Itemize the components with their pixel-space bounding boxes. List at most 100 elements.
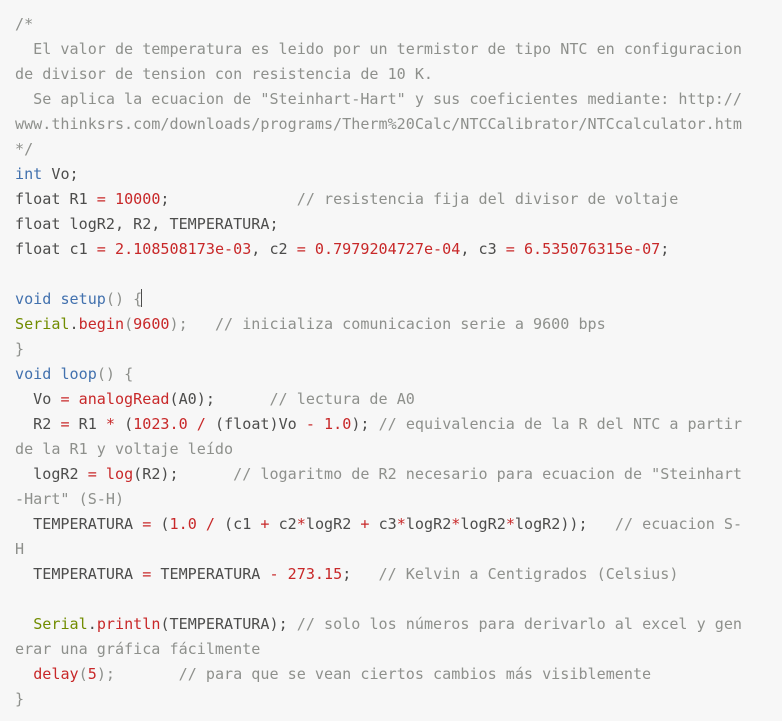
code-token: TEMPERATURA	[15, 565, 143, 583]
code-token: , c2	[251, 240, 297, 258]
code-token: Vo;	[42, 165, 79, 183]
code-token: =	[60, 415, 70, 433]
code-token: 1.0	[324, 415, 352, 433]
code-line: TEMPERATURA = TEMPERATURA - 273.15; // K…	[15, 562, 782, 587]
code-line: Serial.println(TEMPERATURA); // solo los…	[15, 612, 782, 637]
code-editor[interactable]: /* El valor de temperatura es leido por …	[0, 0, 782, 721]
code-token: float R1	[15, 190, 97, 208]
code-token: *	[105, 415, 115, 433]
code-token: 273.15	[287, 565, 343, 583]
code-token: -Hart" (S-H)	[15, 490, 125, 508]
code-line: Serial.begin(9600); // inicializa comuni…	[15, 312, 782, 337]
code-token: float c1	[15, 240, 97, 258]
code-token: =	[296, 240, 306, 258]
code-token: () {	[105, 290, 143, 308]
code-token: (TEMPERATURA);	[160, 615, 297, 633]
code-token: log	[105, 465, 134, 483]
code-line: R2 = R1 * (1023.0 / (float)Vo - 1.0); //…	[15, 412, 782, 437]
code-line: de la R1 y voltaje leído	[15, 437, 782, 462]
code-token: void	[15, 365, 52, 383]
code-token: ;	[342, 565, 379, 583]
code-token: (A0);	[169, 390, 270, 408]
code-token: loop	[60, 365, 97, 383]
code-token: H	[15, 540, 25, 558]
code-line: delay(5); // para que se vean ciertos ca…	[15, 662, 782, 687]
code-token: El valor de temperatura es leido por un …	[15, 40, 742, 58]
code-line: de divisor de tension con resistencia de…	[15, 62, 782, 87]
code-token: (float)Vo	[205, 415, 306, 433]
code-line: logR2 = log(R2); // logaritmo de R2 nece…	[15, 462, 782, 487]
text-cursor	[141, 289, 143, 307]
code-token: );	[96, 665, 179, 683]
code-token: ;	[660, 240, 670, 258]
code-line: Se aplica la ecuacion de "Steinhart-Hart…	[15, 87, 782, 112]
code-token: Serial	[33, 615, 88, 633]
code-line: float R1 = 10000; // resistencia fija de…	[15, 187, 782, 212]
code-token: delay	[33, 665, 79, 683]
code-token: =	[96, 240, 106, 258]
code-token: 9600	[133, 315, 170, 333]
code-token: () {	[96, 365, 134, 383]
code-token: www.thinksrs.com/downloads/programs/Ther…	[15, 115, 742, 133]
code-token: R2	[15, 415, 61, 433]
code-token: 0.7979204727e-04	[314, 240, 461, 258]
code-token: *	[451, 515, 461, 533]
code-token: }	[15, 340, 25, 358]
code-token: logR2	[405, 515, 452, 533]
code-token: erar una gráfica fácilmente	[15, 640, 261, 658]
code-token: (	[151, 515, 170, 533]
code-token: de la R1 y voltaje leído	[15, 440, 234, 458]
code-token: de divisor de tension con resistencia de…	[15, 65, 434, 83]
code-token: Vo	[15, 390, 61, 408]
code-token: TEMPERATURA	[151, 565, 270, 583]
code-token: Serial	[15, 315, 70, 333]
code-line: int Vo;	[15, 162, 782, 187]
code-token: ;	[160, 190, 297, 208]
code-token: int	[15, 165, 43, 183]
code-token: // lectura de A0	[269, 390, 415, 408]
code-token: *	[505, 515, 515, 533]
code-line: erar una gráfica fácilmente	[15, 637, 782, 662]
code-token: *	[296, 515, 306, 533]
code-token: =	[142, 515, 152, 533]
code-token: }	[15, 690, 25, 708]
code-token: /	[205, 515, 215, 533]
code-token: logR2));	[514, 515, 615, 533]
code-token: begin	[78, 315, 125, 333]
code-line: }	[15, 687, 782, 712]
code-line: Vo = analogRead(A0); // lectura de A0	[15, 387, 782, 412]
code-token: // solo los números para derivarlo al ex…	[296, 615, 743, 633]
code-token: /*	[15, 15, 34, 33]
code-token: // para que se vean ciertos cambios más …	[178, 665, 652, 683]
code-line: H	[15, 537, 782, 562]
code-token: 6.535076315e-07	[523, 240, 661, 258]
code-token: 2.108508173e-03	[114, 240, 252, 258]
code-token: -	[305, 415, 315, 433]
code-token: 10000	[114, 190, 161, 208]
code-token: 1.0	[169, 515, 197, 533]
code-token: 5	[87, 665, 97, 683]
code-token: // inicializa comunicacion serie a 9600 …	[214, 315, 606, 333]
code-token: .	[87, 615, 97, 633]
code-line: float c1 = 2.108508173e-03, c2 = 0.79792…	[15, 237, 782, 262]
code-token: // Kelvin a Centigrados (Celsius)	[378, 565, 679, 583]
code-token: setup	[60, 290, 106, 308]
code-token: (R2);	[133, 465, 234, 483]
code-line: /*	[15, 12, 782, 37]
code-token: // equivalencia de la R del NTC a partir	[378, 415, 743, 433]
code-token: /	[196, 415, 206, 433]
code-line: void setup() {	[15, 287, 782, 312]
code-token: , c3	[460, 240, 506, 258]
code-token: println	[96, 615, 161, 633]
code-token: logR2	[460, 515, 506, 533]
code-token: // ecuacion S-	[614, 515, 743, 533]
code-token: -	[269, 565, 279, 583]
